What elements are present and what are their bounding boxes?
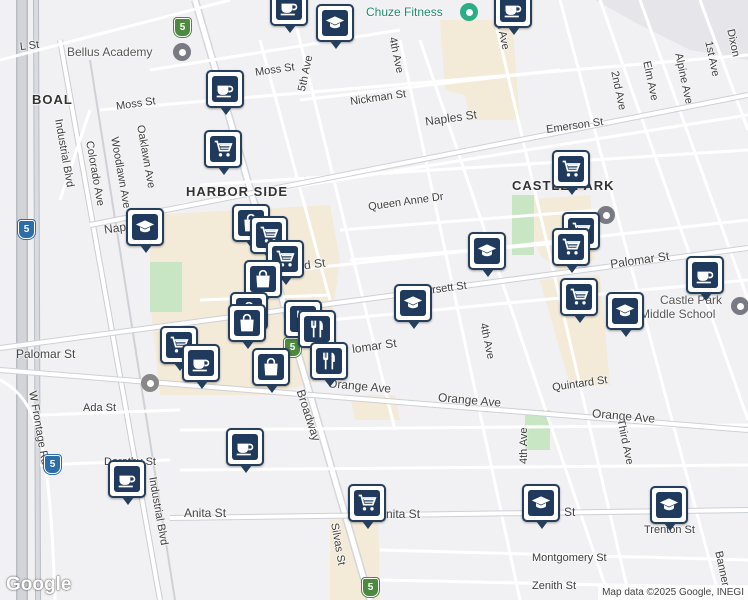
poi-label-chuze-fitness[interactable]: Chuze Fitness: [366, 6, 443, 18]
school-icon: [400, 290, 426, 316]
shopping-bag-icon: [258, 354, 284, 380]
interstate-5-shield-icon: 5: [174, 18, 191, 37]
map-attribution: Map data ©2025 Google, INEGI: [598, 585, 748, 600]
street-label-zenith-st: Zenith St: [532, 580, 577, 592]
shopping-cart-marker[interactable]: [348, 484, 386, 529]
coffee-marker[interactable]: [270, 0, 308, 33]
coffee-marker[interactable]: [226, 428, 264, 473]
coffee-icon: [188, 350, 214, 376]
interstate-5-shield-icon: 5: [18, 220, 35, 239]
shopping-bag-marker[interactable]: [252, 348, 290, 393]
shopping-bag-icon: [250, 266, 276, 292]
interstate-5-shield-icon: 5: [44, 455, 61, 474]
coffee-marker[interactable]: [494, 0, 532, 35]
park-area: [150, 262, 182, 312]
shopping-cart-icon: [558, 234, 584, 260]
school-icon: [132, 214, 158, 240]
restaurant-icon: [304, 316, 330, 342]
transit-pin-icon[interactable]: [141, 374, 159, 392]
school-marker[interactable]: [468, 232, 506, 277]
coffee-icon: [692, 262, 718, 288]
street-label-ada-st: Ada St: [83, 402, 117, 414]
shopping-cart-marker[interactable]: [204, 130, 242, 175]
coffee-icon: [114, 466, 140, 492]
school-pin-icon[interactable]: [731, 297, 748, 315]
coffee-marker[interactable]: [182, 344, 220, 389]
coffee-icon: [500, 0, 526, 22]
restaurant-icon: [316, 348, 342, 374]
street-label-montgomery-st: Montgomery St: [532, 552, 607, 564]
coffee-icon: [212, 76, 238, 102]
gym-pin-icon[interactable]: [460, 3, 478, 21]
shopping-cart-icon: [210, 136, 236, 162]
shopping-bag-marker[interactable]: [228, 304, 266, 349]
street-label-l-st: L St: [19, 38, 40, 54]
neighborhood-label-boal: BOAL: [32, 92, 73, 107]
shopping-cart-marker[interactable]: [552, 150, 590, 195]
neighborhood-label-harbor-side: HARBOR SIDE: [186, 184, 289, 199]
school-pin-icon[interactable]: [173, 43, 191, 61]
shopping-bag-icon: [234, 310, 260, 336]
google-logo: Google: [6, 574, 72, 595]
coffee-marker[interactable]: [206, 70, 244, 115]
shopping-cart-marker[interactable]: [560, 278, 598, 323]
school-marker[interactable]: [126, 208, 164, 253]
coffee-marker[interactable]: [108, 460, 146, 505]
coffee-marker[interactable]: [686, 256, 724, 301]
school-icon: [656, 492, 682, 518]
shopping-cart-icon: [558, 156, 584, 182]
coffee-icon: [232, 434, 258, 460]
poi-label-bellus-academy[interactable]: Bellus Academy: [67, 46, 152, 58]
school-icon: [322, 10, 348, 36]
street-label-palomar-st: Palomar St: [16, 347, 76, 361]
street-label-oxford-st: d St: [303, 255, 327, 273]
school-marker[interactable]: [606, 292, 644, 337]
school-marker[interactable]: [522, 484, 560, 529]
map-canvas[interactable]: BOAL HARBOR SIDE CASTLE PARK L St Moss S…: [0, 0, 748, 600]
shopping-cart-marker[interactable]: [552, 228, 590, 273]
coffee-icon: [276, 0, 302, 20]
street-label-4th-ave: 4th Ave: [518, 427, 530, 465]
restaurant-marker[interactable]: [310, 342, 348, 387]
poi-label-castle-park-ms[interactable]: Middle School: [640, 308, 715, 320]
street-label-anita-st: Anita St: [184, 506, 227, 520]
school-icon: [612, 298, 638, 324]
shopping-cart-icon: [354, 490, 380, 516]
school-marker[interactable]: [394, 284, 432, 329]
school-icon: [474, 238, 500, 264]
interstate-5-shield-icon: 5: [362, 578, 379, 597]
school-marker[interactable]: [650, 486, 688, 531]
poi-label-castle-park-ms[interactable]: Castle Park: [660, 294, 722, 306]
school-marker[interactable]: [316, 4, 354, 49]
school-icon: [528, 490, 554, 516]
shopping-cart-icon: [566, 284, 592, 310]
street-label-anita-st: St: [564, 505, 576, 519]
